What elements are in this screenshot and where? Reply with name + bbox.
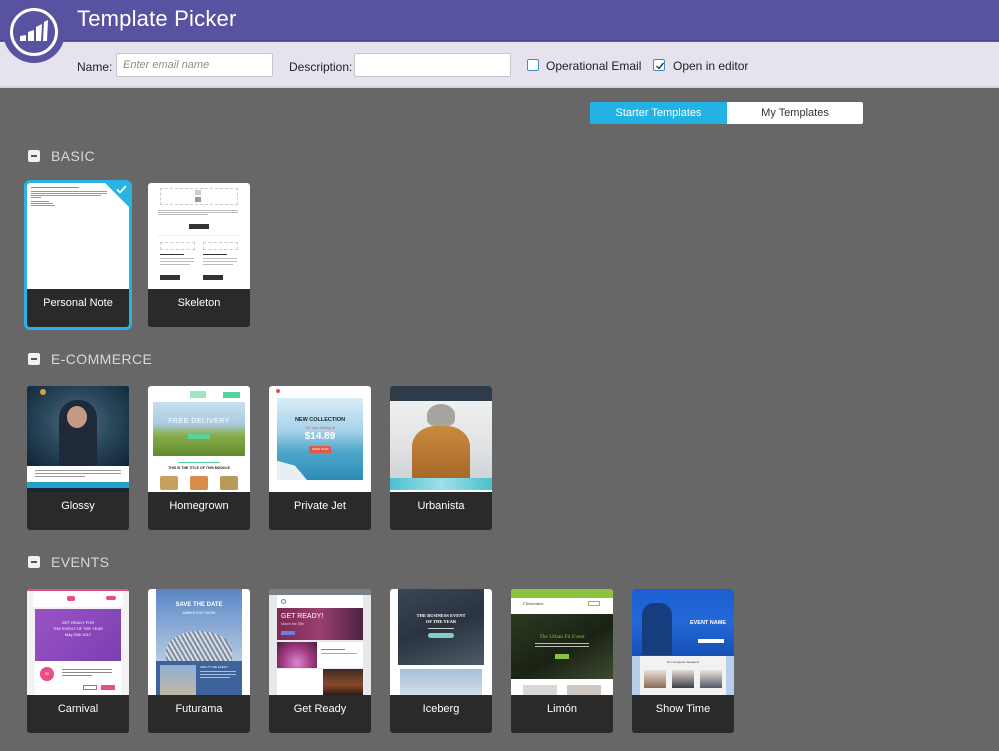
template-name: Urbanista bbox=[417, 500, 465, 512]
template-card-futurama[interactable]: SAVE THE DATE MARKETING SHOW ABOUT THE E… bbox=[148, 589, 250, 733]
template-name: Limón bbox=[547, 703, 577, 715]
tab-starter-templates[interactable]: Starter Templates bbox=[590, 102, 727, 124]
template-card-urbanista[interactable]: Urbanista bbox=[390, 386, 492, 530]
template-preview: FREE DELIVERY THIS IS THE TITLE OF THIS … bbox=[148, 386, 250, 492]
collapse-icon[interactable] bbox=[28, 150, 40, 162]
template-preview: GET READY! March the 25th bbox=[269, 589, 371, 695]
operational-email-label[interactable]: Operational Email bbox=[546, 59, 641, 73]
marketo-logo-icon bbox=[3, 1, 65, 63]
template-card-personal-note[interactable]: Personal Note bbox=[27, 183, 129, 327]
template-card-carnival[interactable]: GET READY FOR THE EVENT OF THE YEAR May … bbox=[27, 589, 129, 733]
template-card-homegrown[interactable]: FREE DELIVERY THIS IS THE TITLE OF THIS … bbox=[148, 386, 250, 530]
title-bar: Template Picker bbox=[0, 0, 999, 41]
description-input[interactable] bbox=[354, 53, 511, 77]
template-tabs: Starter Templates My Templates bbox=[590, 102, 863, 124]
email-name-input[interactable] bbox=[116, 53, 273, 77]
template-card-limon[interactable]: Clementine The Urban Fit Event Limón bbox=[511, 589, 613, 733]
template-preview: EVENT NAME Our Gorgeous Speakers bbox=[632, 589, 734, 695]
template-preview bbox=[148, 183, 250, 289]
template-name: Private Jet bbox=[294, 500, 346, 512]
template-card-private-jet[interactable]: NEW COLLECTION Get now starting at $14.8… bbox=[269, 386, 371, 530]
template-preview: NEW COLLECTION Get now starting at $14.8… bbox=[269, 386, 371, 492]
template-name: Carnival bbox=[57, 703, 99, 715]
template-preview: GET READY FOR THE EVENT OF THE YEAR May … bbox=[27, 589, 129, 695]
section-title: BASIC bbox=[51, 148, 96, 164]
template-name: Futurama bbox=[175, 703, 223, 715]
description-label: Description: bbox=[289, 60, 353, 74]
template-preview: SAVE THE DATE MARKETING SHOW ABOUT THE E… bbox=[148, 589, 250, 695]
tab-my-templates[interactable]: My Templates bbox=[727, 102, 863, 124]
template-card-get-ready[interactable]: GET READY! March the 25th Get Ready bbox=[269, 589, 371, 733]
template-name: Skeleton bbox=[177, 297, 221, 309]
name-label: Name: bbox=[77, 60, 113, 74]
template-name: Glossy bbox=[61, 500, 95, 512]
template-card-show-time[interactable]: EVENT NAME Our Gorgeous Speakers Show Ti… bbox=[632, 589, 734, 733]
open-in-editor-label[interactable]: Open in editor bbox=[673, 59, 748, 73]
page-title: Template Picker bbox=[77, 6, 237, 31]
template-name: Show Time bbox=[655, 703, 711, 715]
section-header-events: EVENTS bbox=[28, 554, 109, 570]
checkmark-icon bbox=[116, 185, 127, 194]
template-name: Iceberg bbox=[422, 703, 460, 715]
template-preview bbox=[27, 386, 129, 492]
template-name: Get Ready bbox=[293, 703, 347, 715]
section-title: EVENTS bbox=[51, 554, 110, 570]
collapse-icon[interactable] bbox=[28, 353, 40, 365]
template-card-iceberg[interactable]: THE BUSINESS EVENT OF THE YEAR Iceberg bbox=[390, 589, 492, 733]
template-preview: Clementine The Urban Fit Event bbox=[511, 589, 613, 695]
template-preview bbox=[390, 386, 492, 492]
template-card-glossy[interactable]: Glossy bbox=[27, 386, 129, 530]
section-header-e-commerce: E-COMMERCE bbox=[28, 351, 152, 367]
template-name: Personal Note bbox=[43, 297, 113, 309]
template-name: Homegrown bbox=[169, 500, 229, 512]
template-preview: THE BUSINESS EVENT OF THE YEAR bbox=[390, 589, 492, 695]
section-header-basic: BASIC bbox=[28, 148, 95, 164]
collapse-icon[interactable] bbox=[28, 556, 40, 568]
template-card-skeleton[interactable]: Skeleton bbox=[148, 183, 250, 327]
open-in-editor-checkbox[interactable] bbox=[653, 59, 665, 71]
checkmark-icon bbox=[656, 62, 665, 70]
operational-email-checkbox[interactable] bbox=[527, 59, 539, 71]
section-title: E-COMMERCE bbox=[51, 351, 153, 367]
